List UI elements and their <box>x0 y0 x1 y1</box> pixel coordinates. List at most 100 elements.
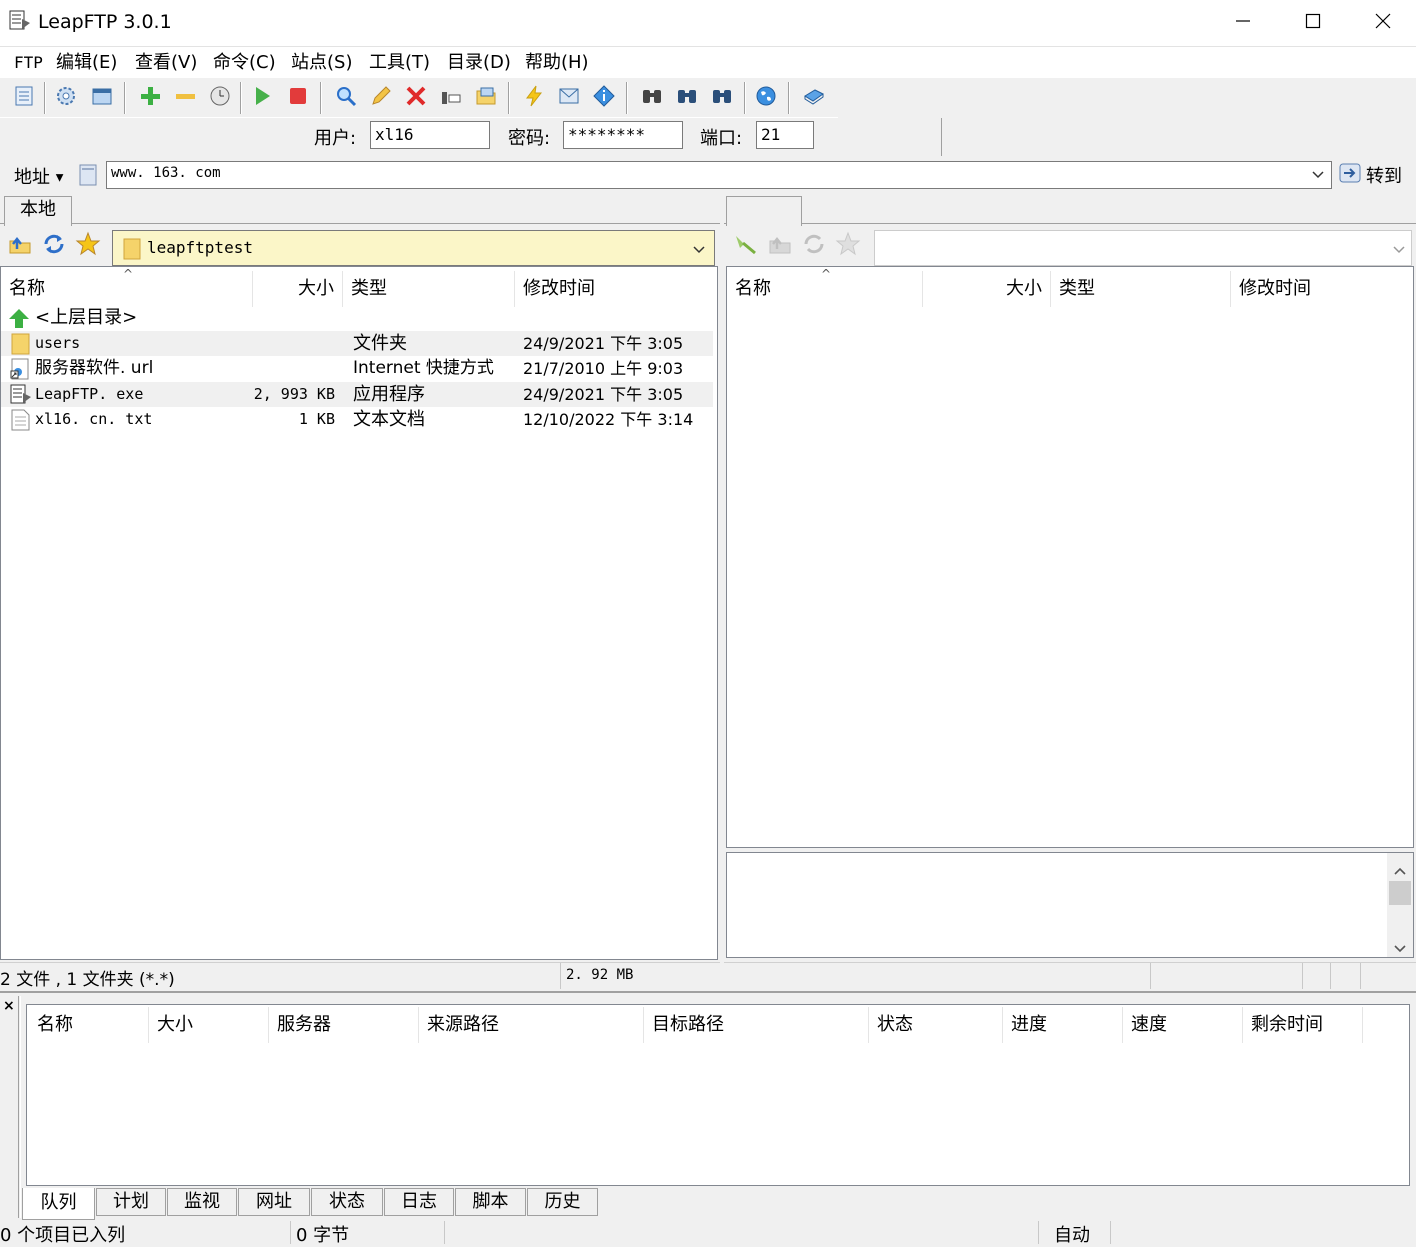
local-path-combo[interactable]: leapftptest <box>112 230 715 266</box>
connect-button[interactable] <box>730 230 762 262</box>
file-modified: 12/10/2022 下午 3:14 <box>523 410 694 429</box>
address-input[interactable]: www. 163. com <box>106 161 1332 189</box>
tab-remote[interactable] <box>726 196 802 226</box>
edit-button[interactable] <box>365 82 397 114</box>
properties-button[interactable] <box>435 82 467 114</box>
scroll-up-icon[interactable] <box>1393 861 1407 880</box>
close-queue-icon[interactable]: × <box>3 998 15 1014</box>
column-progress[interactable]: 进度 <box>1003 1007 1123 1043</box>
menu-ftp[interactable]: FTP <box>10 47 47 79</box>
scroll-thumb[interactable] <box>1389 881 1411 905</box>
file-name: LeapFTP. exe <box>35 385 144 403</box>
column-size[interactable]: 大小 <box>923 271 1051 307</box>
tab-local[interactable]: 本地 <box>4 196 72 226</box>
column-modified[interactable]: 修改时间 <box>1231 271 1411 307</box>
column-speed[interactable]: 速度 <box>1123 1007 1243 1043</box>
delete-button[interactable] <box>400 82 432 114</box>
remote-path-combo[interactable] <box>874 230 1412 266</box>
column-type[interactable]: 类型 <box>1051 271 1231 307</box>
queue-header: 名称 大小 服务器 来源路径 目标路径 状态 进度 速度 剩余时间 <box>27 1005 1409 1045</box>
site-manager-button[interactable] <box>8 82 40 114</box>
parent-directory-row[interactable]: <上层目录> <box>1 305 717 330</box>
search-button[interactable] <box>330 82 362 114</box>
port-field[interactable]: 21 <box>756 121 814 149</box>
maximize-icon <box>1305 13 1321 33</box>
lightning-button[interactable] <box>518 82 550 114</box>
close-button[interactable] <box>1348 0 1416 46</box>
divider <box>1038 1221 1039 1244</box>
password-field[interactable]: ******** <box>563 121 683 149</box>
log-scrollbar[interactable] <box>1387 853 1413 957</box>
column-source-path[interactable]: 来源路径 <box>419 1007 644 1043</box>
column-size[interactable]: 大小 <box>253 271 343 307</box>
column-size[interactable]: 大小 <box>149 1007 269 1043</box>
sort-up-icon: ^ <box>821 267 832 281</box>
menu-directory[interactable]: 目录(D) <box>443 47 515 79</box>
column-target-path[interactable]: 目标路径 <box>644 1007 869 1043</box>
info-button[interactable] <box>588 82 620 114</box>
remote-file-list[interactable]: 名称 ^ 大小 类型 修改时间 <box>726 266 1414 848</box>
up-folder-button[interactable] <box>764 230 796 262</box>
refresh-button[interactable] <box>798 230 830 262</box>
queue-splitter[interactable] <box>0 991 1416 993</box>
binoculars-button[interactable] <box>636 82 668 114</box>
file-row[interactable]: LeapFTP. exe 2, 993 KB 应用程序 24/9/2021 下午… <box>1 382 713 407</box>
remove-button[interactable] <box>169 82 201 114</box>
minimize-button[interactable] <box>1208 0 1278 46</box>
up-folder-button[interactable] <box>4 230 36 262</box>
mail-button[interactable] <box>553 82 585 114</box>
tab-schedule[interactable]: 计划 <box>96 1188 166 1216</box>
user-field[interactable]: xl16 <box>370 121 490 149</box>
go-button[interactable]: 转到 <box>1338 161 1402 189</box>
file-row[interactable]: 服务器软件. url Internet 快捷方式 21/7/2010 上午 9:… <box>1 356 713 381</box>
menu-site[interactable]: 站点(S) <box>287 47 356 79</box>
tab-monitor[interactable]: 监视 <box>167 1188 237 1216</box>
column-type[interactable]: 类型 <box>343 271 515 307</box>
go-icon <box>1338 161 1362 189</box>
queue-list[interactable]: 名称 大小 服务器 来源路径 目标路径 状态 进度 速度 剩余时间 <box>26 1004 1410 1186</box>
refresh-button[interactable] <box>38 230 70 262</box>
column-server[interactable]: 服务器 <box>269 1007 419 1043</box>
settings-button[interactable] <box>50 82 82 114</box>
column-status[interactable]: 状态 <box>869 1007 1003 1043</box>
book-button[interactable] <box>798 82 830 114</box>
page-icon <box>78 163 98 191</box>
file-row[interactable]: users 文件夹 24/9/2021 下午 3:05 <box>1 331 713 356</box>
column-modified[interactable]: 修改时间 <box>515 271 715 307</box>
menu-help[interactable]: 帮助(H) <box>521 47 593 79</box>
binoculars-button[interactable] <box>671 82 703 114</box>
play-button[interactable] <box>246 82 278 114</box>
scroll-down-icon[interactable] <box>1393 939 1407 958</box>
local-file-list[interactable]: 名称 ^ 大小 类型 修改时间 <上层目录> users 文件夹 24/9/20… <box>0 266 718 960</box>
remote-status-bar <box>724 962 1416 990</box>
globe-button[interactable] <box>750 82 782 114</box>
local-list-header: 名称 ^ 大小 类型 修改时间 <box>1 267 717 307</box>
menu-view[interactable]: 查看(V) <box>131 47 201 79</box>
divider <box>1110 1221 1111 1244</box>
tab-urls[interactable]: 网址 <box>238 1188 310 1216</box>
window-button[interactable] <box>86 82 118 114</box>
log-panel[interactable] <box>726 852 1414 958</box>
column-remaining[interactable]: 剩余时间 <box>1243 1007 1363 1043</box>
tab-script[interactable]: 脚本 <box>455 1188 526 1216</box>
menu-command[interactable]: 命令(C) <box>209 47 280 79</box>
column-name[interactable]: 名称 <box>29 1007 149 1043</box>
favorites-button[interactable] <box>72 230 104 262</box>
menu-tools[interactable]: 工具(T) <box>365 47 434 79</box>
maximize-button[interactable] <box>1278 0 1348 46</box>
binoculars-button[interactable] <box>706 82 738 114</box>
stop-button[interactable] <box>282 82 314 114</box>
folder-button[interactable] <box>470 82 502 114</box>
address-dropdown[interactable]: 地址 ▼ <box>14 163 63 189</box>
tab-status[interactable]: 状态 <box>311 1188 383 1216</box>
tab-queue[interactable]: 队列 <box>22 1188 95 1220</box>
clock-button[interactable] <box>204 82 236 114</box>
favorites-button[interactable] <box>832 230 864 262</box>
menu-edit[interactable]: 编辑(E) <box>52 47 121 79</box>
search-icon <box>334 84 358 112</box>
tab-log[interactable]: 日志 <box>384 1188 454 1216</box>
tab-history[interactable]: 历史 <box>527 1188 598 1216</box>
chevron-down-icon[interactable] <box>1310 166 1326 186</box>
add-button[interactable] <box>134 82 166 114</box>
file-row[interactable]: xl16. cn. txt 1 KB 文本文档 12/10/2022 下午 3:… <box>1 407 713 432</box>
